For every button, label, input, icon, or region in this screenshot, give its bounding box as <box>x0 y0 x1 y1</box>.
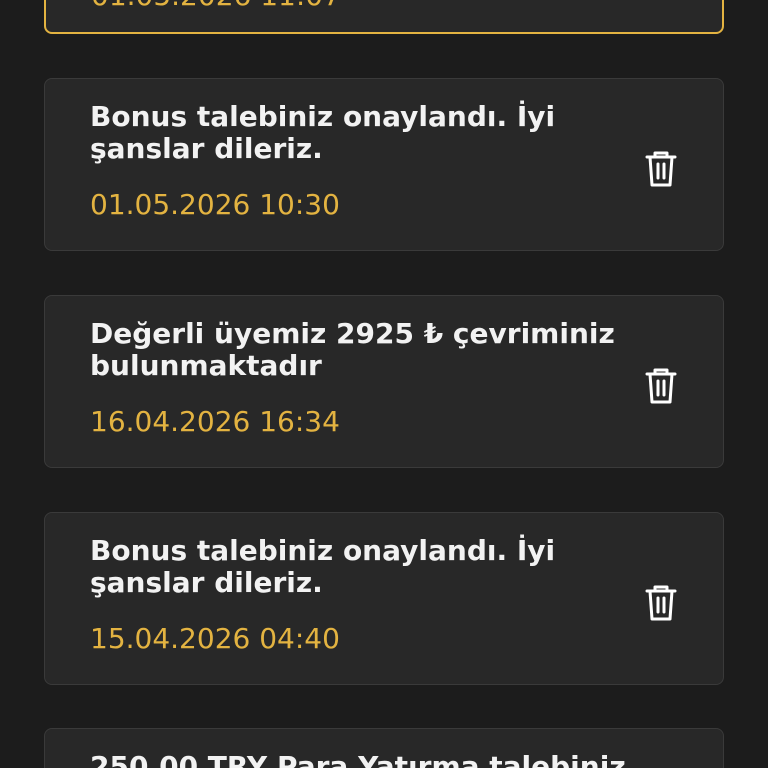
notifications-screen: 01.05.2026 11:07 Bonus talebiniz onaylan… <box>0 0 768 768</box>
notification-message: 250.00 TRY Para Yatırma talebiniz <box>90 750 626 768</box>
notification-date: 15.04.2026 04:40 <box>90 622 340 655</box>
notification-card: Değerli üyemiz 2925 ₺ çevriminiz bulunma… <box>44 295 724 468</box>
delete-button[interactable] <box>643 583 679 623</box>
notification-card: Bonus talebiniz onaylandı. İyi şanslar d… <box>44 78 724 251</box>
notification-date: 16.04.2026 16:34 <box>90 405 340 438</box>
trash-icon <box>645 151 677 187</box>
notification-card: Bonus talebiniz onaylandı. İyi şanslar d… <box>44 512 724 685</box>
notification-message: Bonus talebiniz onaylandı. İyi şanslar d… <box>90 100 556 165</box>
notification-message: Değerli üyemiz 2925 ₺ çevriminiz bulunma… <box>90 317 615 382</box>
notification-card: 250.00 TRY Para Yatırma talebiniz <box>44 728 724 768</box>
notification-message: Bonus talebiniz onaylandı. İyi şanslar d… <box>90 534 556 599</box>
trash-icon <box>645 368 677 404</box>
notification-date: 01.05.2026 10:30 <box>90 188 340 221</box>
notification-card: 01.05.2026 11:07 <box>44 0 724 34</box>
delete-button[interactable] <box>643 149 679 189</box>
trash-icon <box>645 585 677 621</box>
delete-button[interactable] <box>643 366 679 406</box>
notification-date: 01.05.2026 11:07 <box>91 0 341 12</box>
